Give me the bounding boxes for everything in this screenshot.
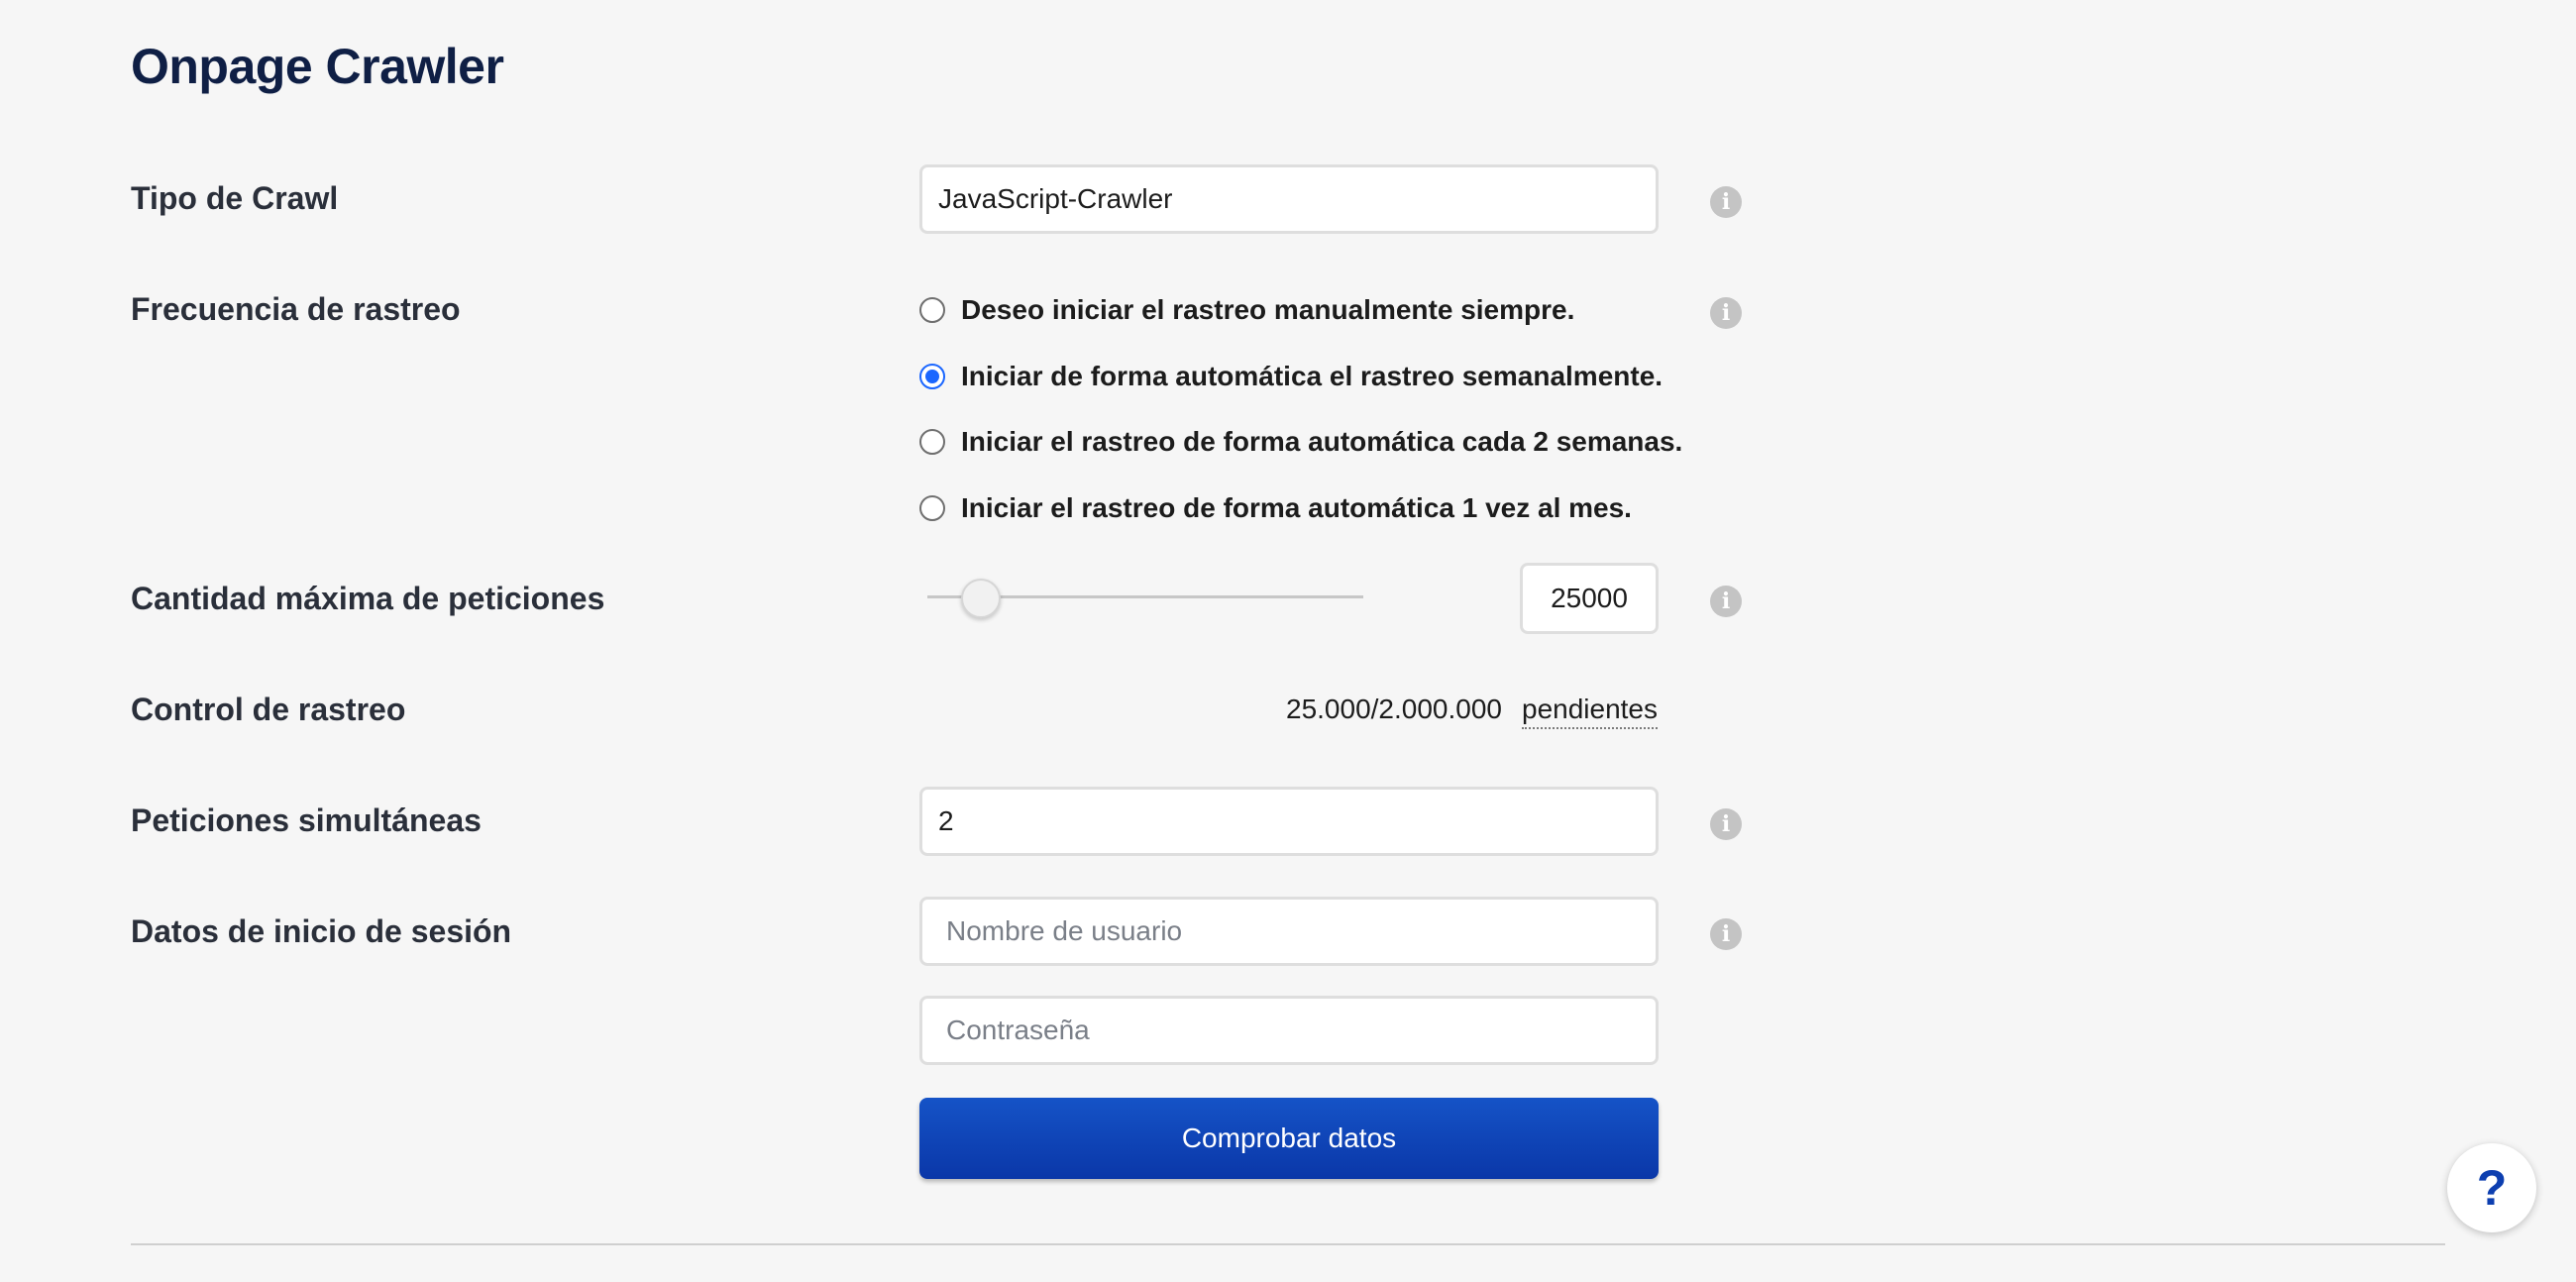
crawl-quota: 25.000/2.000.000 xyxy=(1286,694,1502,724)
frequency-option-weekly[interactable]: Iniciar de forma automática el rastreo s… xyxy=(919,361,1663,392)
section-divider xyxy=(131,1243,2445,1245)
help-button[interactable]: ? xyxy=(2447,1143,2536,1232)
crawl-control-label: Control de rastreo xyxy=(131,692,406,727)
radio-button-checked[interactable] xyxy=(919,364,945,389)
check-data-button[interactable]: Comprobar datos xyxy=(919,1098,1659,1179)
crawl-type-value: JavaScript-Crawler xyxy=(938,183,1173,214)
frequency-option-label: Iniciar el rastreo de forma automática c… xyxy=(961,426,1683,457)
radio-button[interactable] xyxy=(919,297,945,323)
max-requests-input[interactable]: 25000 xyxy=(1520,563,1659,634)
frequency-option-biweekly[interactable]: Iniciar el rastreo de forma automática c… xyxy=(919,426,1682,458)
login-label: Datos de inicio de sesión xyxy=(131,913,512,949)
info-icon[interactable]: i xyxy=(1710,297,1742,329)
max-requests-slider-thumb[interactable] xyxy=(961,579,1001,618)
crawl-type-label: Tipo de Crawl xyxy=(131,180,339,216)
password-input[interactable]: Contraseña xyxy=(919,996,1659,1065)
info-icon[interactable]: i xyxy=(1710,186,1742,218)
simultaneous-value: 2 xyxy=(938,805,954,836)
frequency-option-manual[interactable]: Deseo iniciar el rastreo manualmente sie… xyxy=(919,294,1574,326)
info-icon[interactable]: i xyxy=(1710,808,1742,840)
crawl-type-select[interactable]: JavaScript-Crawler xyxy=(919,164,1659,234)
radio-button[interactable] xyxy=(919,429,945,455)
info-icon[interactable]: i xyxy=(1710,586,1742,617)
max-requests-label: Cantidad máxima de peticiones xyxy=(131,581,605,616)
question-mark-icon: ? xyxy=(2476,1160,2508,1216)
frequency-option-label: Iniciar de forma automática el rastreo s… xyxy=(961,361,1664,391)
radio-button[interactable] xyxy=(919,495,945,521)
frequency-option-label: Deseo iniciar el rastreo manualmente sie… xyxy=(961,294,1575,325)
frequency-option-monthly[interactable]: Iniciar el rastreo de forma automática 1… xyxy=(919,492,1632,524)
page-title: Onpage Crawler xyxy=(131,39,504,94)
frequency-option-label: Iniciar el rastreo de forma automática 1… xyxy=(961,492,1632,523)
simultaneous-input[interactable]: 2 xyxy=(919,787,1659,856)
info-icon[interactable]: i xyxy=(1710,918,1742,950)
crawl-quota-pending[interactable]: pendientes xyxy=(1522,694,1659,729)
simultaneous-label: Peticiones simultáneas xyxy=(131,802,482,838)
frequency-label: Frecuencia de rastreo xyxy=(131,291,461,327)
username-input[interactable]: Nombre de usuario xyxy=(919,897,1659,966)
